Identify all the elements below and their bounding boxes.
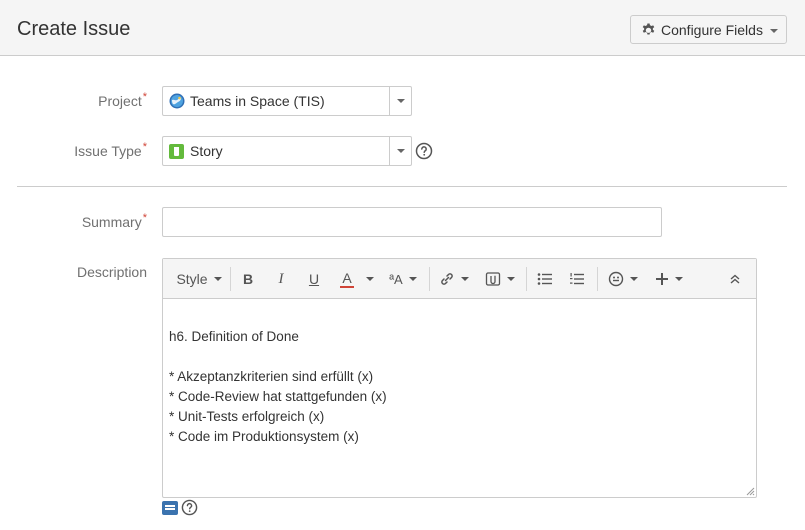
chevron-down-icon (461, 277, 469, 281)
project-select[interactable]: Teams in Space (TIS) (162, 86, 412, 116)
summary-label-text: Summary (81, 214, 142, 230)
help-icon[interactable] (181, 499, 198, 516)
project-label-text: Project (98, 93, 142, 109)
chevron-down-icon (675, 277, 683, 281)
description-label-text: Description (76, 264, 147, 280)
numbered-list-icon (570, 273, 584, 285)
issue-type-label-text: Issue Type (74, 143, 142, 159)
italic-button[interactable]: I (270, 259, 292, 299)
description-editor: Style B I U A ªA h6. Definition of Done … (162, 258, 757, 498)
text-color-dropdown[interactable] (362, 259, 378, 299)
issue-type-dropdown-toggle[interactable] (389, 137, 411, 165)
description-text-area[interactable]: h6. Definition of Done * Akzeptanzkriter… (169, 307, 749, 447)
link-dropdown[interactable] (437, 259, 471, 299)
italic-icon: I (278, 270, 284, 287)
chevron-down-icon (396, 99, 405, 103)
description-label: Description (77, 264, 147, 280)
description-line (169, 347, 749, 367)
emoticon-icon (608, 271, 624, 287)
attachment-icon (485, 272, 501, 286)
link-icon (441, 273, 453, 285)
double-chevron-up-icon (730, 274, 740, 284)
description-line: * Unit-Tests erfolgreich (x) (169, 409, 325, 424)
chevron-down-icon (630, 277, 638, 281)
collapse-toolbar-button[interactable] (723, 259, 747, 299)
bold-icon: B (242, 271, 254, 287)
project-value: Teams in Space (TIS) (190, 93, 325, 109)
project-dropdown-toggle[interactable] (389, 87, 411, 115)
configure-fields-button[interactable]: Configure Fields (630, 15, 787, 44)
chevron-down-icon (408, 277, 417, 281)
text-effects-dropdown[interactable]: ªA (385, 259, 421, 299)
attachment-dropdown[interactable] (482, 259, 518, 299)
emoticon-dropdown[interactable] (604, 259, 642, 299)
resize-handle-icon[interactable] (745, 486, 755, 496)
description-line: h6. Definition of Done (169, 329, 299, 344)
required-marker: * (142, 212, 147, 224)
style-dropdown[interactable]: Style (175, 259, 223, 299)
plus-icon (656, 273, 668, 285)
chevron-down-icon (366, 277, 374, 281)
gear-icon (642, 23, 655, 35)
issue-type-select[interactable]: Story (162, 136, 412, 166)
text-color-swatch (340, 285, 354, 288)
toolbar-separator (597, 267, 598, 291)
underline-button[interactable]: U (303, 259, 325, 299)
text-color-icon: A (342, 269, 352, 286)
issue-type-value: Story (190, 143, 223, 159)
editor-footer (162, 499, 198, 516)
insert-more-dropdown[interactable] (651, 259, 687, 299)
text-effects-icon: ªA (389, 271, 403, 287)
chevron-down-icon (213, 277, 222, 281)
chevron-down-icon (769, 28, 778, 33)
configure-fields-label: Configure Fields (661, 21, 763, 38)
description-line: * Akzeptanzkriterien sind erfüllt (x) (169, 369, 374, 384)
chevron-down-icon (396, 149, 405, 153)
summary-label: Summary* (81, 212, 147, 230)
dialog-header: Create Issue Configure Fields (0, 0, 805, 56)
editor-toolbar: Style B I U A ªA (163, 259, 756, 299)
numbered-list-button[interactable] (565, 259, 589, 299)
text-mode-icon[interactable] (162, 500, 178, 515)
dialog-title: Create Issue (17, 18, 131, 40)
story-icon (169, 143, 184, 159)
style-label: Style (176, 271, 208, 287)
project-avatar-icon (169, 93, 185, 109)
toolbar-separator (526, 267, 527, 291)
description-line: * Code-Review hat stattgefunden (x) (169, 389, 387, 404)
toolbar-separator (429, 267, 430, 291)
help-icon[interactable] (415, 142, 433, 160)
chevron-down-icon (507, 277, 515, 281)
summary-input[interactable] (162, 207, 662, 237)
toolbar-separator (230, 267, 231, 291)
project-label: Project* (98, 91, 147, 109)
bullet-list-button[interactable] (533, 259, 557, 299)
issue-type-label: Issue Type* (74, 141, 147, 159)
underline-icon: U (308, 271, 320, 287)
description-line: * Code im Produktionsystem (x) (169, 429, 359, 444)
required-marker: * (142, 91, 147, 103)
description-line (169, 307, 749, 327)
section-divider (17, 186, 787, 187)
bold-button[interactable]: B (237, 259, 259, 299)
bullet-list-icon (537, 273, 552, 285)
text-color-button[interactable]: A (336, 259, 358, 299)
required-marker: * (142, 141, 147, 153)
